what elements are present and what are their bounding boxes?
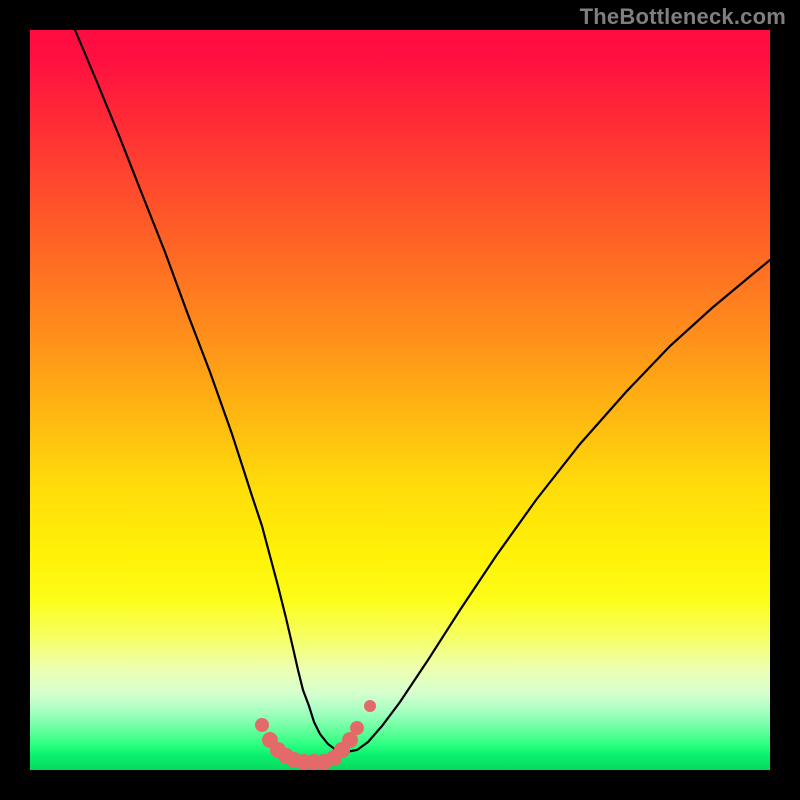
plot-area [30, 30, 770, 770]
chart-stage: TheBottleneck.com [0, 0, 800, 800]
highlight-marker [350, 721, 364, 735]
curve-svg [30, 30, 770, 770]
highlight-marker [364, 700, 376, 712]
watermark-text: TheBottleneck.com [580, 4, 786, 30]
bottleneck-curve [75, 30, 770, 752]
highlight-markers [255, 700, 376, 770]
highlight-marker [255, 718, 269, 732]
